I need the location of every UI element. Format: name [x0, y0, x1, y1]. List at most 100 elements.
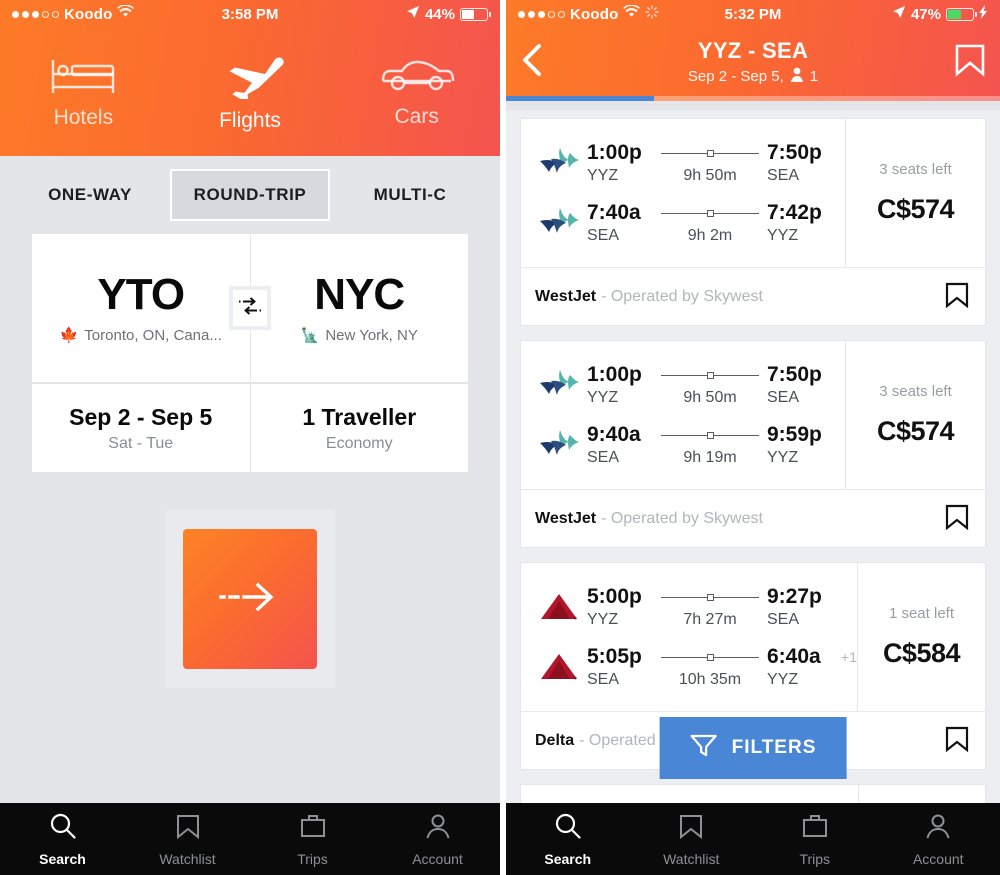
watchlist-button[interactable] — [943, 502, 971, 535]
from-airport: YYZ — [587, 167, 619, 184]
tab-label: Search — [544, 851, 592, 867]
leg-bottom: SEA 10h 35m YYZ — [587, 671, 857, 689]
stops-indicator — [661, 149, 759, 157]
legs: 5:00p 9:27p YYZ 7h 27m SEA 5:05p 6:40a +… — [521, 563, 857, 711]
trip-type-selector: ONE-WAY ROUND-TRIP MULTI-C — [0, 156, 500, 234]
destination-city: 🗽 New York, NY — [301, 326, 418, 345]
westjet-logo-icon — [531, 207, 587, 239]
back-button[interactable] — [520, 43, 564, 82]
leg-bottom: SEA 9h 19m YYZ — [587, 449, 845, 467]
arrive-time: 7:50p — [767, 141, 822, 164]
status-bar-left: Koodo 3:58 PM 44% — [0, 0, 500, 28]
tab-label: Watchlist — [159, 851, 216, 867]
tab-trips[interactable]: Trips — [753, 811, 877, 867]
flight-result-card[interactable]: 1:00p 7:50p YYZ 9h 50m SEA — [520, 118, 986, 326]
westjet-logo-icon — [531, 369, 587, 401]
price: C$584 — [882, 638, 961, 668]
traveller-field[interactable]: 1 Traveller Economy — [251, 384, 469, 472]
bookmark-icon — [954, 43, 986, 82]
depart-time: 5:05p — [587, 645, 642, 668]
flight-leg: 9:40a 9:59p SEA 9h 19m YYZ — [521, 415, 845, 475]
chevron-left-icon — [520, 43, 544, 82]
arrive-time: 9:27p — [767, 585, 822, 608]
travel-tab-hotels[interactable]: Hotels — [0, 28, 167, 156]
briefcase-icon — [298, 811, 328, 846]
date-field[interactable]: Sep 2 - Sep 5 Sat - Tue — [32, 384, 250, 472]
stops-indicator — [661, 209, 759, 217]
destination-field[interactable]: NYC 🗽 New York, NY — [251, 234, 469, 382]
origin-city: 🍁 Toronto, ON, Cana... — [60, 326, 222, 345]
leg-top: 7:40a 7:42p — [587, 201, 845, 225]
depart-time: 7:40a — [587, 201, 641, 224]
bed-icon — [50, 54, 116, 96]
person-icon — [790, 67, 804, 86]
westjet-logo-icon — [531, 429, 587, 461]
save-search-button[interactable] — [942, 43, 986, 82]
travel-tab-cars[interactable]: Cars — [333, 28, 500, 156]
person-icon — [923, 811, 953, 846]
price-box[interactable]: 3 seats left C$574 — [845, 119, 985, 267]
search-icon — [48, 811, 78, 846]
dual-screenshot: Koodo 3:58 PM 44% Hotels Flights Cars ON… — [0, 0, 1000, 875]
price-box[interactable]: 3 seats left C$574 — [845, 341, 985, 489]
tab-search[interactable]: Search — [0, 811, 125, 867]
destination-city-label: New York, NY — [325, 326, 418, 344]
card-main: 1:00p 7:50p YYZ 9h 50m SEA — [521, 119, 985, 267]
leg-top: 1:00p 7:50p — [587, 141, 845, 165]
trip-type-round-trip[interactable]: ROUND-TRIP — [170, 169, 330, 221]
date-days: Sat - Tue — [108, 434, 174, 452]
leg-top: 5:05p 6:40a +1 — [587, 645, 857, 669]
search-submit-button[interactable] — [183, 529, 317, 669]
flight-leg: 5:00p 9:27p YYZ 7h 27m SEA — [521, 577, 857, 637]
status-right: 44% — [406, 5, 491, 23]
travel-tab-label: Cars — [394, 105, 439, 128]
swap-button[interactable] — [229, 286, 271, 330]
stops-indicator — [661, 653, 759, 661]
tab-trips[interactable]: Trips — [250, 811, 375, 867]
leg-bottom: YYZ 9h 50m SEA — [587, 167, 845, 185]
day-offset: +1 — [841, 649, 857, 665]
tab-watchlist[interactable]: Watchlist — [125, 811, 250, 867]
legs: 1:00p 7:50p YYZ 9h 50m SEA — [521, 119, 845, 267]
origin-code: YTO — [97, 269, 185, 319]
flight-result-card[interactable]: 10:15p 2:21p +1 3 seats left — [520, 784, 986, 803]
flight-result-card[interactable]: 1:00p 7:50p YYZ 9h 50m SEA — [520, 340, 986, 548]
tab-account[interactable]: Account — [375, 811, 500, 867]
watchlist-button[interactable] — [943, 280, 971, 313]
watchlist-button[interactable] — [943, 724, 971, 757]
origin-field[interactable]: YTO 🍁 Toronto, ON, Cana... — [32, 234, 250, 382]
stops-indicator — [661, 371, 759, 379]
travel-tab-flights[interactable]: Flights — [167, 28, 334, 156]
location-arrow-icon — [406, 5, 420, 23]
tab-label: Account — [412, 851, 463, 867]
filters-button[interactable]: FILTERS — [659, 717, 847, 779]
from-airport: YYZ — [587, 389, 619, 406]
price-box[interactable]: 3 seats left — [857, 785, 985, 803]
trip-type-multi-city[interactable]: MULTI-C — [330, 171, 490, 219]
right-header: Koodo 5:32 PM 47% YYZ - SEA Sep 2 - Sep … — [506, 0, 1000, 101]
activity-spinner-icon — [645, 4, 660, 24]
leg-times: 1:00p 7:50p YYZ 9h 50m SEA — [587, 363, 845, 407]
battery-percent: 47% — [910, 5, 941, 23]
signal-dots-icon — [518, 10, 565, 18]
battery-icon — [460, 7, 491, 21]
legs: 10:15p 2:21p +1 — [521, 785, 858, 803]
to-airport: SEA — [767, 389, 800, 406]
date-range: Sep 2 - Sep 5 — [69, 403, 213, 430]
results-title: YYZ - SEA Sep 2 - Sep 5, 1 — [564, 38, 942, 86]
status-left: Koodo — [518, 4, 660, 24]
duration: 9h 50m — [683, 167, 737, 184]
tab-account[interactable]: Account — [877, 811, 1000, 867]
seats-left: 3 seats left — [879, 383, 952, 400]
bookmark-icon — [943, 726, 971, 756]
tab-watchlist[interactable]: Watchlist — [630, 811, 754, 867]
wifi-icon — [623, 4, 641, 23]
flight-results-list[interactable]: 1:00p 7:50p YYZ 9h 50m SEA 7:40a 7:42p S… — [506, 110, 1000, 803]
tab-search[interactable]: Search — [506, 811, 630, 867]
leg-top: 5:00p 9:27p — [587, 585, 857, 609]
leg-times: 7:40a 7:42p SEA 9h 2m YYZ — [587, 201, 845, 245]
price-box[interactable]: 1 seat left C$584 — [856, 563, 985, 711]
depart-time: 9:40a — [587, 423, 641, 446]
leg-top: 1:00p 7:50p — [587, 363, 845, 387]
trip-type-one-way[interactable]: ONE-WAY — [10, 171, 170, 219]
